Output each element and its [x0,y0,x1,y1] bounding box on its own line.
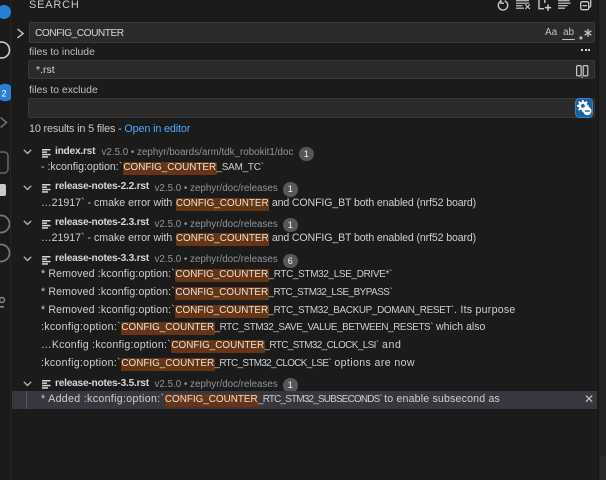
svg-text:2: 2 [2,89,7,99]
